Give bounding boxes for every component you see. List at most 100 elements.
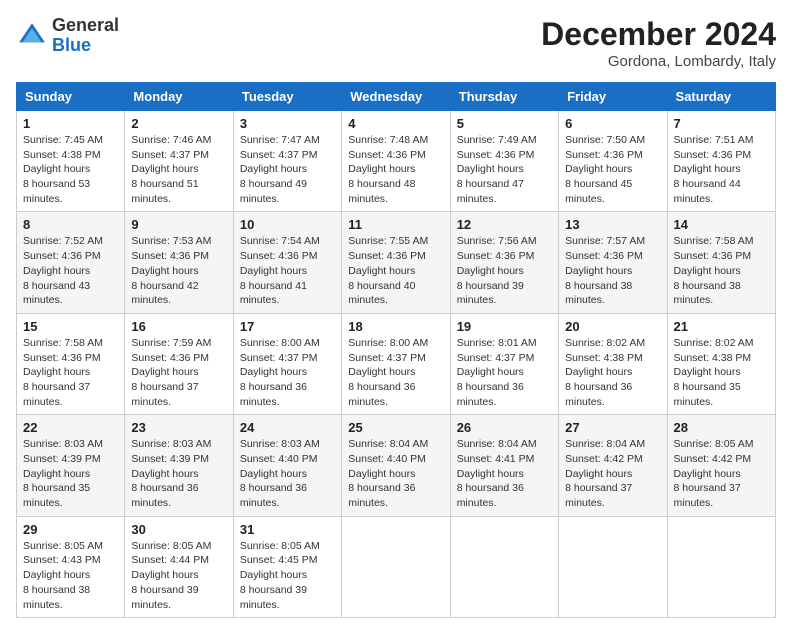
day-info: Sunrise: 7:59 AMSunset: 4:36 PMDaylight …	[131, 336, 226, 409]
calendar-week-row: 8Sunrise: 7:52 AMSunset: 4:36 PMDaylight…	[17, 212, 776, 313]
calendar-day-cell: 19 Sunrise: 8:01 AMSunset: 4:37 PMDayligh…	[450, 313, 558, 414]
calendar-day-cell	[342, 516, 450, 617]
day-number: 18	[348, 319, 443, 334]
day-number: 5	[457, 116, 552, 131]
day-number: 29	[23, 522, 118, 537]
calendar-day-cell: 27 Sunrise: 8:04 AMSunset: 4:42 PMDayligh…	[559, 415, 667, 516]
day-of-week-header: Thursday	[450, 83, 558, 111]
day-info: Sunrise: 7:56 AMSunset: 4:36 PMDaylight …	[457, 234, 552, 307]
day-info: Sunrise: 8:00 AMSunset: 4:37 PMDaylight …	[348, 336, 443, 409]
calendar-day-cell: 12Sunrise: 7:56 AMSunset: 4:36 PMDayligh…	[450, 212, 558, 313]
calendar-header-row: SundayMondayTuesdayWednesdayThursdayFrid…	[17, 83, 776, 111]
day-number: 27	[565, 420, 660, 435]
day-number: 17	[240, 319, 335, 334]
calendar-day-cell: 6 Sunrise: 7:50 AMSunset: 4:36 PMDaylight…	[559, 111, 667, 212]
day-number: 30	[131, 522, 226, 537]
day-number: 13	[565, 217, 660, 232]
day-info: Sunrise: 7:55 AMSunset: 4:36 PMDaylight …	[348, 234, 443, 307]
day-info: Sunrise: 8:01 AMSunset: 4:37 PMDaylight …	[457, 336, 552, 409]
day-info: Sunrise: 8:05 AMSunset: 4:44 PMDaylight …	[131, 539, 226, 612]
calendar-day-cell: 16 Sunrise: 7:59 AMSunset: 4:36 PMDayligh…	[125, 313, 233, 414]
calendar-week-row: 15 Sunrise: 7:58 AMSunset: 4:36 PMDayligh…	[17, 313, 776, 414]
day-number: 28	[674, 420, 769, 435]
day-info: Sunrise: 7:49 AMSunset: 4:36 PMDaylight …	[457, 133, 552, 206]
day-number: 6	[565, 116, 660, 131]
day-number: 8	[23, 217, 118, 232]
day-info: Sunrise: 7:53 AMSunset: 4:36 PMDaylight …	[131, 234, 226, 307]
calendar-day-cell: 30 Sunrise: 8:05 AMSunset: 4:44 PMDayligh…	[125, 516, 233, 617]
day-of-week-header: Friday	[559, 83, 667, 111]
day-of-week-header: Saturday	[667, 83, 775, 111]
calendar-day-cell: 13 Sunrise: 7:57 AMSunset: 4:36 PMDayligh…	[559, 212, 667, 313]
location-text: Gordona, Lombardy, Italy	[541, 53, 776, 70]
calendar-day-cell: 28Sunrise: 8:05 AMSunset: 4:42 PMDayligh…	[667, 415, 775, 516]
day-number: 1	[23, 116, 118, 131]
day-of-week-header: Sunday	[17, 83, 125, 111]
logo-general-text: General	[52, 16, 119, 36]
day-info: Sunrise: 8:04 AMSunset: 4:42 PMDaylight …	[565, 437, 660, 510]
calendar-week-row: 1 Sunrise: 7:45 AMSunset: 4:38 PMDaylight…	[17, 111, 776, 212]
day-info: Sunrise: 7:54 AMSunset: 4:36 PMDaylight …	[240, 234, 335, 307]
calendar-week-row: 29Sunrise: 8:05 AMSunset: 4:43 PMDayligh…	[17, 516, 776, 617]
day-number: 22	[23, 420, 118, 435]
day-info: Sunrise: 7:47 AMSunset: 4:37 PMDaylight …	[240, 133, 335, 206]
calendar-day-cell: 17Sunrise: 8:00 AMSunset: 4:37 PMDayligh…	[233, 313, 341, 414]
calendar-table: SundayMondayTuesdayWednesdayThursdayFrid…	[16, 82, 776, 618]
day-number: 2	[131, 116, 226, 131]
day-info: Sunrise: 8:02 AMSunset: 4:38 PMDaylight …	[674, 336, 769, 409]
logo-icon	[16, 20, 48, 52]
calendar-day-cell: 4Sunrise: 7:48 AMSunset: 4:36 PMDaylight…	[342, 111, 450, 212]
calendar-day-cell: 8Sunrise: 7:52 AMSunset: 4:36 PMDaylight…	[17, 212, 125, 313]
calendar-day-cell: 29Sunrise: 8:05 AMSunset: 4:43 PMDayligh…	[17, 516, 125, 617]
day-info: Sunrise: 7:45 AMSunset: 4:38 PMDaylight …	[23, 133, 118, 206]
day-info: Sunrise: 7:58 AMSunset: 4:36 PMDaylight …	[23, 336, 118, 409]
day-of-week-header: Tuesday	[233, 83, 341, 111]
calendar-day-cell	[559, 516, 667, 617]
logo-text: General Blue	[52, 16, 119, 56]
calendar-day-cell: 25 Sunrise: 8:04 AMSunset: 4:40 PMDayligh…	[342, 415, 450, 516]
day-info: Sunrise: 8:04 AMSunset: 4:41 PMDaylight …	[457, 437, 552, 510]
day-info: Sunrise: 7:51 AMSunset: 4:36 PMDaylight …	[674, 133, 769, 206]
day-of-week-header: Wednesday	[342, 83, 450, 111]
day-info: Sunrise: 8:03 AMSunset: 4:40 PMDaylight …	[240, 437, 335, 510]
day-number: 20	[565, 319, 660, 334]
day-info: Sunrise: 8:02 AMSunset: 4:38 PMDaylight …	[565, 336, 660, 409]
day-number: 7	[674, 116, 769, 131]
calendar-day-cell: 31Sunrise: 8:05 AMSunset: 4:45 PMDayligh…	[233, 516, 341, 617]
calendar-day-cell: 23Sunrise: 8:03 AMSunset: 4:39 PMDayligh…	[125, 415, 233, 516]
calendar-day-cell: 9 Sunrise: 7:53 AMSunset: 4:36 PMDaylight…	[125, 212, 233, 313]
day-info: Sunrise: 7:57 AMSunset: 4:36 PMDaylight …	[565, 234, 660, 307]
day-number: 16	[131, 319, 226, 334]
day-info: Sunrise: 8:03 AMSunset: 4:39 PMDaylight …	[131, 437, 226, 510]
calendar-day-cell: 15 Sunrise: 7:58 AMSunset: 4:36 PMDayligh…	[17, 313, 125, 414]
day-number: 15	[23, 319, 118, 334]
calendar-day-cell: 21 Sunrise: 8:02 AMSunset: 4:38 PMDayligh…	[667, 313, 775, 414]
calendar-day-cell	[450, 516, 558, 617]
day-number: 9	[131, 217, 226, 232]
day-number: 31	[240, 522, 335, 537]
logo: General Blue	[16, 16, 119, 56]
day-number: 26	[457, 420, 552, 435]
logo-blue-text: Blue	[52, 36, 119, 56]
calendar-day-cell: 14 Sunrise: 7:58 AMSunset: 4:36 PMDayligh…	[667, 212, 775, 313]
day-info: Sunrise: 7:58 AMSunset: 4:36 PMDaylight …	[674, 234, 769, 307]
month-title: December 2024	[541, 16, 776, 53]
title-block: December 2024 Gordona, Lombardy, Italy	[541, 16, 776, 70]
day-number: 3	[240, 116, 335, 131]
calendar-day-cell: 7 Sunrise: 7:51 AMSunset: 4:36 PMDaylight…	[667, 111, 775, 212]
day-info: Sunrise: 7:46 AMSunset: 4:37 PMDaylight …	[131, 133, 226, 206]
day-number: 21	[674, 319, 769, 334]
day-info: Sunrise: 8:04 AMSunset: 4:40 PMDaylight …	[348, 437, 443, 510]
day-number: 14	[674, 217, 769, 232]
day-number: 11	[348, 217, 443, 232]
calendar-day-cell: 3 Sunrise: 7:47 AMSunset: 4:37 PMDaylight…	[233, 111, 341, 212]
day-number: 25	[348, 420, 443, 435]
calendar-day-cell: 20 Sunrise: 8:02 AMSunset: 4:38 PMDayligh…	[559, 313, 667, 414]
calendar-day-cell: 26 Sunrise: 8:04 AMSunset: 4:41 PMDayligh…	[450, 415, 558, 516]
calendar-day-cell: 2 Sunrise: 7:46 AMSunset: 4:37 PMDaylight…	[125, 111, 233, 212]
day-info: Sunrise: 7:48 AMSunset: 4:36 PMDaylight …	[348, 133, 443, 206]
day-number: 19	[457, 319, 552, 334]
calendar-day-cell: 24Sunrise: 8:03 AMSunset: 4:40 PMDayligh…	[233, 415, 341, 516]
day-info: Sunrise: 7:50 AMSunset: 4:36 PMDaylight …	[565, 133, 660, 206]
day-of-week-header: Monday	[125, 83, 233, 111]
